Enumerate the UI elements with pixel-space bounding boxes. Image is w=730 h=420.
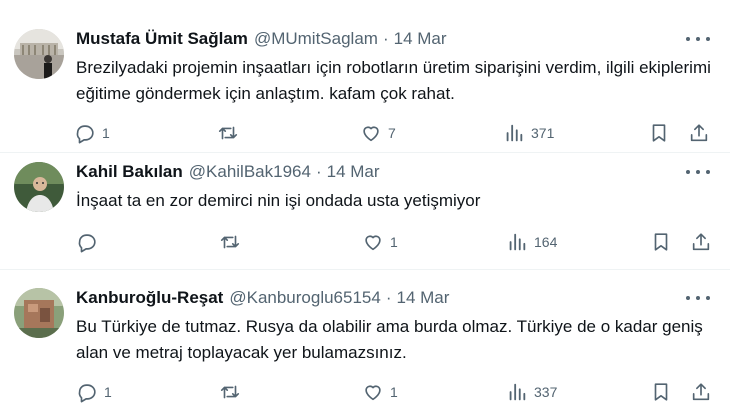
view-count: 337	[534, 384, 558, 400]
bookmark-button[interactable]	[650, 230, 672, 254]
heart-icon	[362, 381, 384, 403]
tweet-text: Brezilyadaki projemin inşaatları için ro…	[76, 58, 711, 103]
views-button[interactable]: 337	[506, 380, 557, 404]
share-icon	[690, 231, 712, 253]
reply-button[interactable]	[76, 230, 104, 254]
tweet-header: Kanburoğlu-Reşat @Kanburoglu65154 · 14 M…	[76, 286, 449, 310]
bookmark-button[interactable]	[648, 121, 670, 145]
share-icon	[688, 122, 710, 144]
author-handle[interactable]: @KahilBak1964	[189, 162, 311, 182]
retweet-icon	[219, 381, 241, 403]
share-button[interactable]	[690, 230, 712, 254]
tweet-header: Kahil Bakılan @KahilBak1964 · 14 Mar	[76, 160, 380, 184]
bookmark-icon	[648, 122, 670, 144]
view-count: 164	[534, 234, 558, 250]
like-count: 7	[388, 125, 396, 141]
author-name[interactable]: Kahil Bakılan	[76, 162, 183, 182]
author-name[interactable]: Kanburoğlu-Reşat	[76, 288, 223, 308]
tweet-header: Mustafa Ümit Sağlam @MUmitSaglam · 14 Ma…	[76, 27, 447, 51]
divider	[0, 269, 730, 270]
bookmark-icon	[650, 231, 672, 253]
like-button[interactable]: 1	[362, 380, 398, 404]
views-chart-icon	[506, 381, 528, 403]
more-options-icon[interactable]	[684, 289, 712, 307]
retweet-button[interactable]	[217, 121, 245, 145]
separator: ·	[385, 288, 392, 307]
bookmark-icon	[650, 381, 672, 403]
views-button[interactable]: 164	[506, 230, 557, 254]
views-chart-icon	[506, 231, 528, 253]
tweet-text: İnşaat ta en zor demirci nin işi ondada …	[76, 191, 481, 210]
reply-icon	[76, 231, 98, 253]
reply-count: 1	[104, 384, 112, 400]
retweet-icon	[217, 122, 239, 144]
reply-button[interactable]: 1	[74, 121, 110, 145]
tweet-text: Bu Türkiye de tutmaz. Rusya da olabilir …	[76, 317, 703, 362]
view-count: 371	[531, 125, 555, 141]
retweet-button[interactable]	[219, 230, 247, 254]
more-options-icon[interactable]	[684, 163, 712, 181]
tweet[interactable]: Kahil Bakılan @KahilBak1964 · 14 Mar İnş…	[0, 160, 730, 265]
retweet-icon	[219, 231, 241, 253]
like-button[interactable]: 7	[360, 121, 396, 145]
views-button[interactable]: 371	[503, 121, 554, 145]
share-button[interactable]	[690, 380, 712, 404]
avatar[interactable]	[14, 162, 64, 212]
heart-icon	[360, 122, 382, 144]
author-name[interactable]: Mustafa Ümit Sağlam	[76, 29, 248, 49]
views-chart-icon	[503, 122, 525, 144]
reply-button[interactable]: 1	[76, 380, 112, 404]
heart-icon	[362, 231, 384, 253]
author-handle[interactable]: @Kanburoglu65154	[229, 288, 381, 308]
author-handle[interactable]: @MUmitSaglam	[254, 29, 378, 49]
separator: ·	[382, 29, 389, 48]
timestamp[interactable]: 14 Mar	[397, 288, 450, 308]
share-icon	[690, 381, 712, 403]
timestamp[interactable]: 14 Mar	[394, 29, 447, 49]
like-count: 1	[390, 234, 398, 250]
share-button[interactable]	[688, 121, 710, 145]
reply-icon	[74, 122, 96, 144]
reply-icon	[76, 381, 98, 403]
like-button[interactable]: 1	[362, 230, 398, 254]
avatar[interactable]	[14, 288, 64, 338]
avatar[interactable]	[14, 29, 64, 79]
like-count: 1	[390, 384, 398, 400]
tweet[interactable]: Mustafa Ümit Sağlam @MUmitSaglam · 14 Ma…	[0, 27, 730, 152]
retweet-button[interactable]	[219, 380, 247, 404]
more-options-icon[interactable]	[684, 30, 712, 48]
timestamp[interactable]: 14 Mar	[327, 162, 380, 182]
reply-count: 1	[102, 125, 110, 141]
divider	[0, 152, 730, 153]
tweet[interactable]: Kanburoğlu-Reşat @Kanburoglu65154 · 14 M…	[0, 286, 730, 416]
bookmark-button[interactable]	[650, 380, 672, 404]
separator: ·	[315, 162, 322, 181]
